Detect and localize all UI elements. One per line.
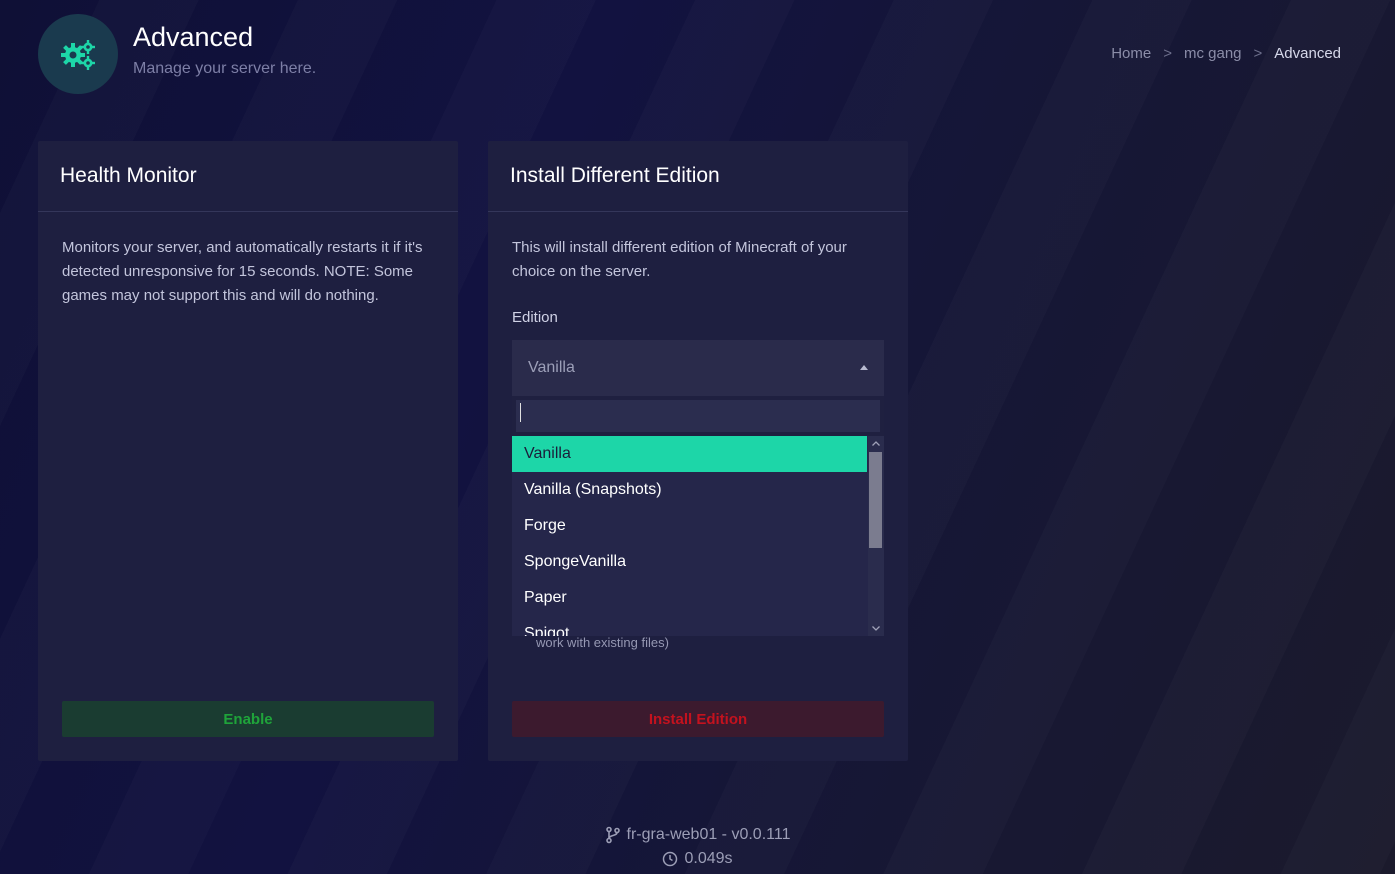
- git-branch-icon: [605, 826, 620, 844]
- health-monitor-description: Monitors your server, and automatically …: [62, 239, 423, 304]
- edition-select[interactable]: Vanilla: [512, 340, 884, 396]
- breadcrumb-home[interactable]: Home: [1111, 45, 1151, 62]
- edition-select-value: Vanilla: [528, 359, 575, 376]
- edition-search-input[interactable]: [516, 400, 880, 432]
- caret-up-icon: [860, 365, 868, 370]
- page-subtitle: Manage your server here.: [133, 60, 317, 77]
- footer-node-text: fr-gra-web01 - v0.0.111: [626, 826, 791, 843]
- health-monitor-title: Health Monitor: [38, 141, 458, 212]
- gears-icon: [38, 14, 118, 94]
- edition-option-vanilla-snapshots[interactable]: Vanilla (Snapshots): [512, 472, 867, 508]
- edition-option-spigot[interactable]: Spigot: [512, 616, 867, 636]
- install-edition-title: Install Different Edition: [488, 141, 908, 212]
- clock-icon: [663, 851, 678, 867]
- footer-node: fr-gra-web01 - v0.0.111: [0, 826, 1395, 844]
- options-scrollbar[interactable]: [868, 436, 884, 636]
- edition-option-forge[interactable]: Forge: [512, 508, 867, 544]
- edition-label: Edition: [512, 309, 558, 326]
- text-cursor: [520, 403, 521, 422]
- edition-option-paper[interactable]: Paper: [512, 580, 867, 616]
- edition-option-spongevanilla[interactable]: SpongeVanilla: [512, 544, 867, 580]
- health-monitor-card: Health Monitor Monitors your server, and…: [38, 141, 458, 761]
- scrollbar-thumb[interactable]: [869, 452, 882, 548]
- page-title: Advanced: [133, 22, 254, 52]
- edition-hint: work with existing files): [536, 635, 669, 650]
- edition-options-list[interactable]: Vanilla Vanilla (Snapshots) Forge Sponge…: [512, 436, 884, 636]
- edition-option-vanilla[interactable]: Vanilla: [512, 436, 867, 472]
- install-edition-button[interactable]: Install Edition: [512, 701, 884, 737]
- edition-search-wrapper: [512, 396, 884, 436]
- enable-button[interactable]: Enable: [62, 701, 434, 737]
- scroll-down-icon[interactable]: [868, 621, 884, 636]
- breadcrumb-separator: >: [1163, 45, 1172, 62]
- footer-time: 0.049s: [0, 850, 1395, 868]
- breadcrumb-server[interactable]: mc gang: [1184, 45, 1242, 62]
- breadcrumb-current: Advanced: [1274, 45, 1341, 62]
- install-edition-description: This will install different edition of M…: [512, 239, 847, 280]
- breadcrumb-separator: >: [1253, 45, 1263, 62]
- scroll-up-icon[interactable]: [868, 436, 884, 451]
- breadcrumb: Home > mc gang > Advanced: [1111, 45, 1341, 62]
- install-edition-card: Install Different Edition This will inst…: [488, 141, 908, 761]
- footer-time-text: 0.049s: [684, 850, 733, 867]
